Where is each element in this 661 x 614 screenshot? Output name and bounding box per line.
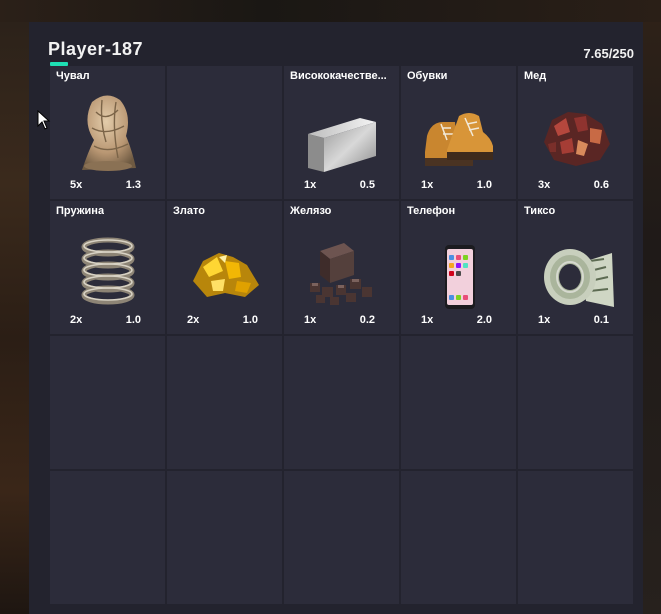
inventory-panel: Player-187 7.65/250 Чувал 5x 1.3 Високок… (29, 22, 643, 614)
inventory-slot-empty[interactable] (167, 336, 282, 469)
item-count: 1x (421, 179, 434, 191)
inventory-slot[interactable]: Тиксо 1x 0.1 (518, 201, 633, 334)
inventory-slot[interactable]: Телефон 1x 2.0 (401, 201, 516, 334)
inventory-slot[interactable]: Пружина 2x 1.0 (50, 201, 165, 334)
inventory-slot-empty[interactable] (167, 471, 282, 604)
item-name: Желязо (290, 205, 332, 217)
player-name: Player-187 (48, 39, 144, 59)
item-name: Обувки (407, 70, 448, 82)
inventory-slot-empty[interactable] (50, 336, 165, 469)
inventory-slot-empty[interactable] (167, 66, 282, 199)
item-count: 1x (538, 314, 551, 326)
steel-bar-icon (308, 118, 376, 172)
inventory-slot[interactable]: Злато 2x 1.0 (167, 201, 282, 334)
inventory-slot-empty[interactable] (50, 471, 165, 604)
inventory-slot-empty[interactable] (284, 471, 399, 604)
inventory-slot-empty[interactable] (518, 471, 633, 604)
item-weight: 1.0 (242, 314, 258, 326)
item-weight: 2.0 (476, 314, 492, 326)
item-count: 5x (70, 179, 83, 191)
item-weight: 0.6 (593, 179, 609, 191)
item-weight: 0.1 (593, 314, 609, 326)
boots-icon (425, 113, 493, 166)
inventory-slot[interactable]: Чувал 5x 1.3 (50, 66, 165, 199)
item-name: Мед (524, 70, 547, 82)
item-name: Злато (173, 205, 205, 217)
inventory-grid: Чувал 5x 1.3 Висококачестве... 1x 0.5 Об… (50, 66, 633, 606)
phone-icon (445, 245, 475, 309)
item-name: Тиксо (524, 205, 556, 217)
inventory-slot[interactable]: Желязо 1x 0.2 (284, 201, 399, 334)
item-name: Телефон (407, 205, 456, 217)
gold-nugget-icon (193, 253, 259, 297)
inventory-slot-empty[interactable] (284, 336, 399, 469)
sack-hood-icon (82, 95, 136, 171)
item-weight: 1.0 (125, 314, 141, 326)
game-background-top (0, 0, 661, 22)
game-background-right (643, 0, 661, 614)
mouse-cursor-icon (37, 110, 51, 130)
item-weight: 0.5 (359, 179, 375, 191)
item-count: 1x (421, 314, 434, 326)
inventory-weight: 7.65/250 (583, 46, 634, 61)
item-count: 2x (187, 314, 200, 326)
item-name: Чувал (56, 70, 90, 82)
item-count: 1x (304, 179, 317, 191)
tape-roll-icon (544, 249, 614, 307)
iron-ore-icon (310, 243, 372, 305)
spring-icon (81, 237, 135, 305)
item-name: Висококачестве... (290, 70, 387, 82)
inventory-slot[interactable]: Висококачестве... 1x 0.5 (284, 66, 399, 199)
inventory-slot-empty[interactable] (401, 471, 516, 604)
item-weight: 0.2 (359, 314, 375, 326)
inventory-slot[interactable]: Обувки 1x 1.0 (401, 66, 516, 199)
copper-ore-icon (544, 112, 610, 166)
inventory-slot-empty[interactable] (401, 336, 516, 469)
item-count: 2x (70, 314, 83, 326)
item-count: 3x (538, 179, 551, 191)
item-count: 1x (304, 314, 317, 326)
inventory-slot-empty[interactable] (518, 336, 633, 469)
item-weight: 1.0 (476, 179, 492, 191)
item-weight: 1.3 (125, 179, 141, 191)
inventory-slot[interactable]: Мед 3x 0.6 (518, 66, 633, 199)
item-name: Пружина (56, 205, 105, 217)
